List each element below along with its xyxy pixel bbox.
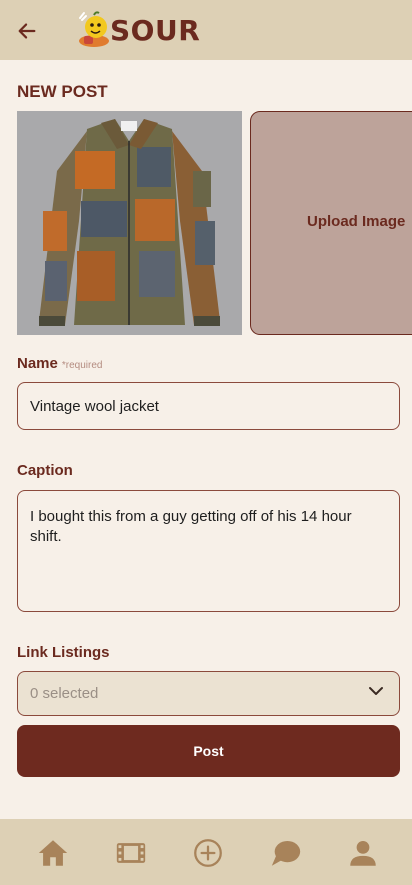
arrow-left-icon xyxy=(18,23,36,39)
nav-reels[interactable] xyxy=(114,836,148,870)
chevron-down-icon xyxy=(369,687,383,695)
name-input-value: Vintage wool jacket xyxy=(30,398,159,415)
nav-create[interactable] xyxy=(191,836,225,870)
link-listings-selected-text: 0 selected xyxy=(30,685,99,702)
name-input[interactable]: Vintage wool jacket xyxy=(17,382,400,430)
brand-name: SOUR xyxy=(110,14,201,47)
back-button[interactable] xyxy=(14,18,40,44)
caption-input-value: I bought this from a guy getting off of … xyxy=(30,508,352,545)
upload-image-button[interactable]: Upload Image xyxy=(250,111,412,335)
post-button[interactable]: Post xyxy=(17,725,400,777)
caption-textarea[interactable]: I bought this from a guy getting off of … xyxy=(17,490,400,612)
selected-photo-thumbnail[interactable] xyxy=(17,111,242,335)
caption-field-label: Caption xyxy=(17,462,73,479)
nav-profile[interactable] xyxy=(346,836,380,870)
chat-bubble-icon xyxy=(271,840,301,866)
film-icon xyxy=(116,843,146,863)
jacket-photo xyxy=(17,111,242,335)
sour-mascot-logo xyxy=(79,11,109,47)
nav-home[interactable] xyxy=(36,836,70,870)
add-circle-icon xyxy=(194,839,222,867)
link-listings-label: Link Listings xyxy=(17,644,110,661)
link-listings-select[interactable]: 0 selected xyxy=(17,671,400,716)
nav-messages[interactable] xyxy=(269,836,303,870)
top-app-bar: SOUR xyxy=(0,0,412,60)
required-note: *required xyxy=(61,360,103,371)
page-title: NEW POST xyxy=(17,82,108,101)
home-icon xyxy=(38,840,68,866)
bottom-navigation xyxy=(0,819,412,885)
name-field-label: Name *required xyxy=(17,355,102,372)
name-label-text: Name xyxy=(17,355,58,372)
person-icon xyxy=(350,840,376,866)
upload-image-label: Upload Image xyxy=(307,213,406,230)
